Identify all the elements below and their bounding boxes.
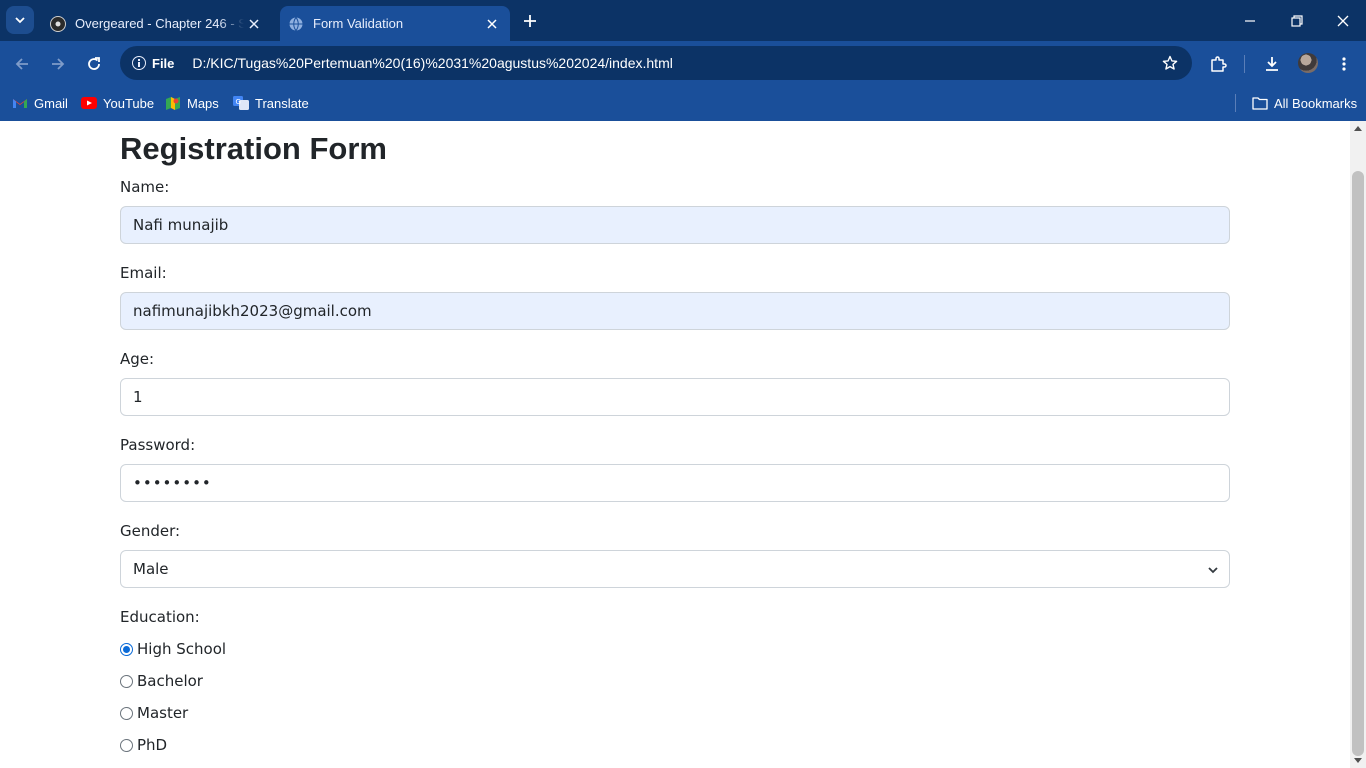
password-value: •••••••• [133,474,212,492]
bookmark-gmail[interactable]: Gmail [12,92,68,114]
navigation-toolbar: File D:/KIC/Tugas%20Pertemuan%20(16)%203… [0,41,1366,85]
email-label: Email: [120,264,167,282]
name-value: Nafi munajib [133,216,229,234]
forward-button[interactable] [44,50,72,78]
name-label: Name: [120,178,170,196]
all-bookmarks-label: All Bookmarks [1274,95,1358,111]
radio-label: PhD [137,736,168,754]
tab-overgeared[interactable]: Overgeared - Chapter 246 - Shi [40,6,272,41]
plus-icon [524,15,536,27]
radio-label: Bachelor [137,672,203,690]
bookmark-label: Translate [255,95,309,111]
gender-select[interactable]: Male [120,550,1230,588]
info-icon [132,56,146,70]
star-icon [1162,55,1178,70]
name-input[interactable]: Nafi munajib [120,206,1230,244]
tab-form-validation[interactable]: Form Validation [280,6,510,41]
bookmark-maps[interactable]: Maps [165,92,219,114]
url-text[interactable]: D:/KIC/Tugas%20Pertemuan%20(16)%2031%20a… [192,55,672,71]
downloads-button[interactable] [1258,50,1286,78]
education-option-phd[interactable]: PhD [120,736,167,754]
all-bookmarks-button[interactable]: All Bookmarks [1252,92,1357,114]
globe-icon [288,16,304,32]
address-bar[interactable]: File D:/KIC/Tugas%20Pertemuan%20(16)%203… [120,46,1192,80]
arrow-left-icon [15,58,28,70]
download-icon [1266,57,1278,71]
bookmarks-bar: Gmail YouTube Maps G Translate All Bookm [0,85,1366,121]
chevron-down-icon [1208,567,1218,574]
reload-icon [88,57,100,70]
education-option-high-school[interactable]: High School [120,640,226,658]
gmail-icon [12,95,28,111]
more-vertical-icon [1342,57,1346,71]
radio-label: Master [137,704,189,722]
radio-bachelor[interactable] [120,674,133,688]
age-label: Age: [120,350,155,368]
minimize-button[interactable] [1237,8,1263,34]
new-tab-button[interactable] [518,9,542,33]
bookmark-youtube[interactable]: YouTube [81,92,154,114]
manga-site-favicon-icon [50,15,66,32]
education-option-bachelor[interactable]: Bachelor [120,672,203,690]
page-scrollbar[interactable] [1350,121,1366,768]
arrow-right-icon [52,58,65,70]
folder-icon [1252,95,1268,111]
puzzle-icon [1211,56,1227,72]
radio-label: High School [137,640,227,658]
minimize-icon [1245,20,1255,22]
email-input[interactable]: nafimunajibkh2023@gmail.com [120,292,1230,330]
maps-icon [165,95,181,111]
site-chip-label: File [152,55,175,71]
close-tab-icon[interactable] [244,14,264,34]
scroll-down-arrow-icon[interactable] [1354,758,1362,763]
radio-master[interactable] [120,706,133,720]
scroll-up-arrow-icon[interactable] [1354,126,1362,131]
gender-value: Male [133,560,169,578]
restore-icon [1291,15,1303,27]
reload-button[interactable] [80,50,108,78]
tab-title: Overgeared - Chapter 246 - Shi [75,16,244,31]
svg-text:G: G [236,98,241,106]
password-label: Password: [120,436,196,454]
back-button[interactable] [8,50,36,78]
browser-chrome: Overgeared - Chapter 246 - Shi Form Vali… [0,0,1366,121]
profile-avatar[interactable] [1298,53,1318,73]
bookmarks-divider [1235,94,1236,112]
extensions-button[interactable] [1204,50,1232,78]
education-option-master[interactable]: Master [120,704,188,722]
bookmark-label: Gmail [34,95,68,111]
radio-phd[interactable] [120,738,133,752]
toolbar-divider [1244,55,1245,73]
tab-title: Form Validation [313,16,404,31]
age-input[interactable]: 1 [120,378,1230,416]
page-viewport: Registration Form Name: Nafi munajib Ema… [0,121,1350,768]
page-title: Registration Form [120,131,387,166]
close-window-button[interactable] [1330,8,1356,34]
tab-search-button[interactable] [6,6,34,34]
bookmark-label: YouTube [103,95,155,111]
education-label: Education: [120,608,200,626]
bookmark-label: Maps [187,95,219,111]
translate-icon: G [233,95,249,111]
close-icon [1337,15,1349,27]
restore-button[interactable] [1284,8,1310,34]
bookmark-translate[interactable]: G Translate [233,92,309,114]
site-info-chip[interactable]: File [126,50,184,76]
radio-high-school[interactable] [120,642,133,656]
age-value: 1 [133,388,143,406]
bookmark-star-button[interactable] [1160,53,1180,73]
scroll-thumb[interactable] [1352,171,1364,756]
close-tab-icon[interactable] [482,14,502,34]
chevron-down-icon [15,17,25,24]
youtube-icon [81,95,97,111]
gender-label: Gender: [120,522,181,540]
tab-strip: Overgeared - Chapter 246 - Shi Form Vali… [0,0,1366,41]
email-value: nafimunajibkh2023@gmail.com [133,302,372,320]
browser-menu-button[interactable] [1330,50,1358,78]
password-input[interactable]: •••••••• [120,464,1230,502]
